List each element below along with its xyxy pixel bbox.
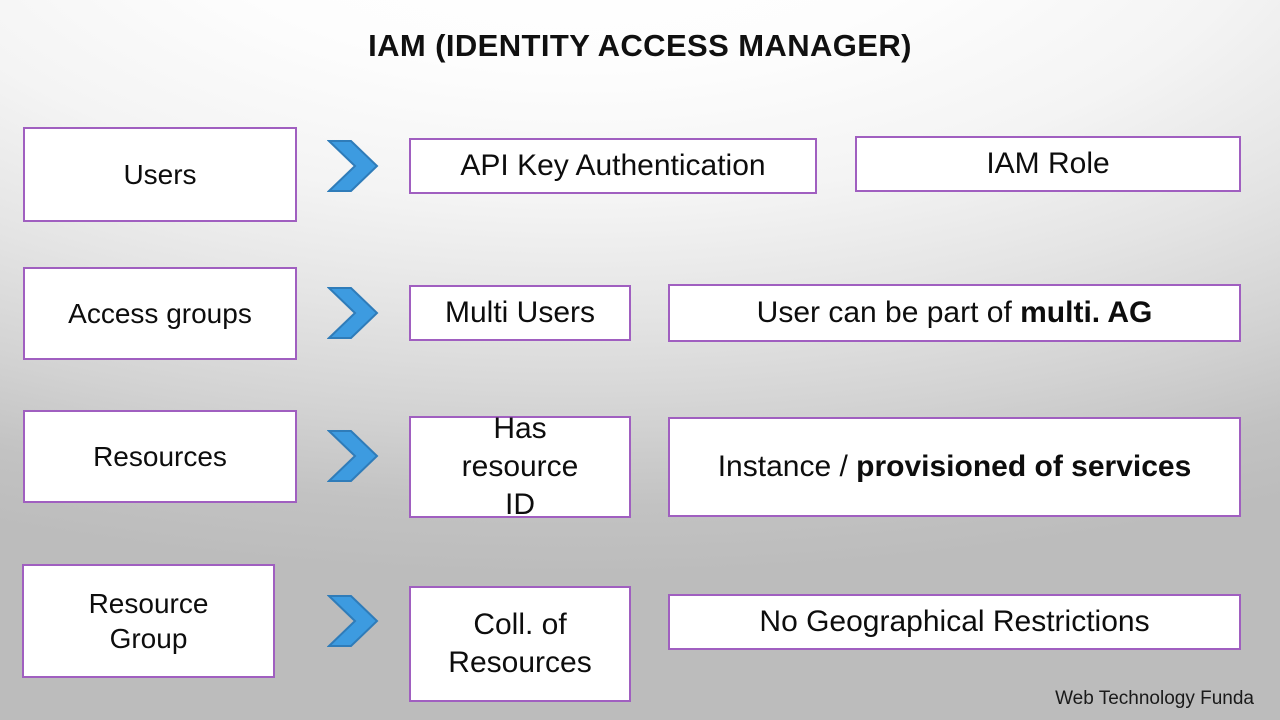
note-text-bold: multi. AG xyxy=(1020,296,1153,330)
detail-label: Has resource ID xyxy=(461,412,579,521)
detail-box-has-resource-id[interactable]: Has resource ID xyxy=(409,412,631,521)
note-text-plain: No Geographical Restrictions xyxy=(759,605,1150,639)
concept-label: Resource Group xyxy=(88,587,209,654)
note-text-plain: IAM Role xyxy=(986,147,1110,181)
note-text-plain: Instance / xyxy=(717,450,857,484)
note-box-iam-role[interactable]: IAM Role xyxy=(855,136,1241,192)
note-box-instance-provisioned[interactable]: Instance / provisioned of services xyxy=(668,417,1241,517)
note-text-plain: User can be part of xyxy=(756,296,1021,330)
concept-label: Resources xyxy=(93,440,227,472)
concept-label: Access groups xyxy=(68,297,252,329)
chevron-right-icon-row4 xyxy=(327,593,379,649)
concept-box-resource-group[interactable]: Resource Group xyxy=(22,564,275,678)
detail-box-collection-of-resources[interactable]: Coll. of Resources xyxy=(409,586,631,702)
note-label: No Geographical Restrictions xyxy=(678,603,1231,641)
note-label: User can be part of multi. AG xyxy=(678,294,1231,332)
note-label: IAM Role xyxy=(865,145,1231,183)
concept-box-users[interactable]: Users xyxy=(23,127,297,222)
chevron-right-icon-row2 xyxy=(327,285,379,341)
note-label: Instance / provisioned of services xyxy=(715,448,1195,486)
detail-label: Coll. of Resources xyxy=(448,608,592,679)
page-title: IAM (IDENTITY ACCESS MANAGER) xyxy=(368,28,912,63)
note-box-no-geographical-restrictions[interactable]: No Geographical Restrictions xyxy=(668,594,1241,650)
concept-box-resources[interactable]: Resources xyxy=(23,410,297,503)
chevron-right-icon-row3 xyxy=(327,428,379,484)
detail-box-multi-users[interactable]: Multi Users xyxy=(409,285,631,341)
watermark-credit: Web Technology Funda xyxy=(1055,688,1254,709)
concept-label: Users xyxy=(123,158,197,190)
detail-box-api-key-authentication[interactable]: API Key Authentication xyxy=(409,138,817,194)
detail-label: API Key Authentication xyxy=(460,149,766,183)
note-text-bold: provisioned of services xyxy=(856,450,1192,484)
chevron-right-icon-row1 xyxy=(327,138,379,194)
slide-canvas: IAM (IDENTITY ACCESS MANAGER) Users API … xyxy=(0,0,1280,720)
concept-box-access-groups[interactable]: Access groups xyxy=(23,267,297,360)
detail-label: Multi Users xyxy=(444,296,595,330)
note-box-multi-access-groups[interactable]: User can be part of multi. AG xyxy=(668,284,1241,342)
